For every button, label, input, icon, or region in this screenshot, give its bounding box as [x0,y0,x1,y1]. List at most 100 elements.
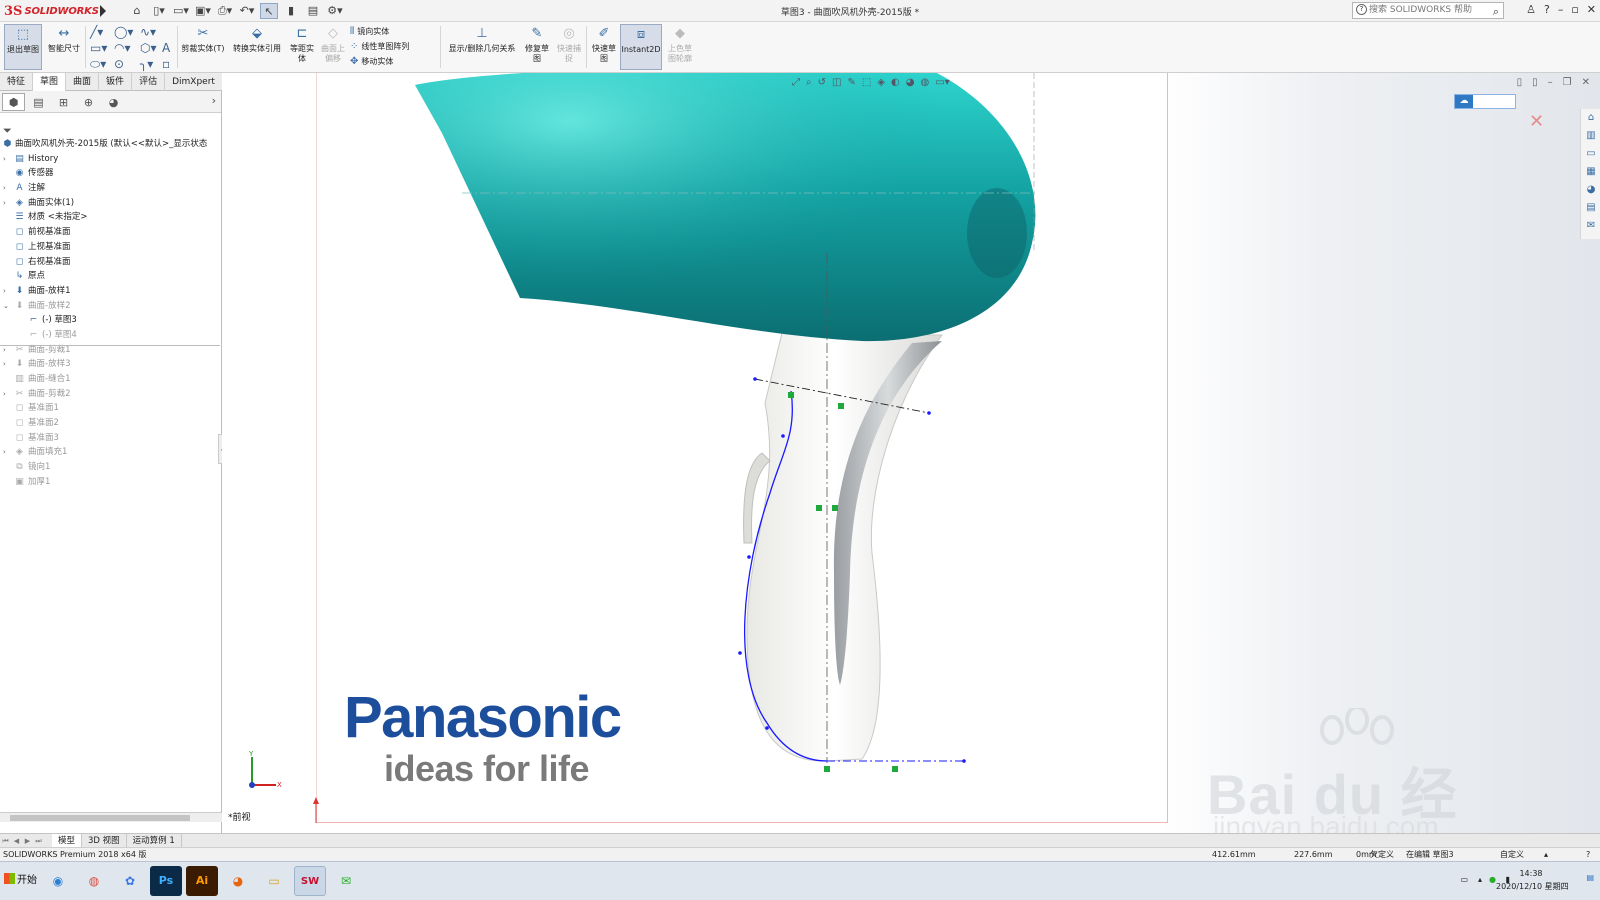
maximize-icon[interactable]: ▫ [1571,3,1578,16]
tree-item[interactable]: ◻ 前视基准面 [0,225,222,240]
open-folder-icon[interactable]: ▭▾ [172,3,190,19]
search-icon[interactable]: ⌕ [1493,4,1499,19]
taskbar-app-baidu-cloud-icon[interactable]: ✿ [114,866,146,896]
undo-icon[interactable]: ↶▾ [238,3,256,19]
minimize-icon[interactable]: – [1558,3,1564,16]
tree-item[interactable]: ⌐ (-) 草图4 [0,328,222,343]
scrollbar-thumb[interactable] [10,815,190,821]
tree-expand-icon[interactable]: › [3,387,6,402]
exit-sketch-button[interactable]: ⬚ 退出草图 [4,24,42,70]
move-entities-button[interactable]: ✥ 移动实体 [350,55,393,69]
arc-icon[interactable]: ◠▾ [114,41,131,55]
appearances-icon[interactable]: ◕ [1581,181,1600,199]
offset-entities-button[interactable]: ⊏ 等距实体 [288,24,316,70]
graphics-area[interactable]: ⤢ ⌕ ↺ ◫ ✎ ⬚ ◈ ◐ ◕ ◍ ▭▾ ▯ ▯ – ❐ ✕ ☁ ✕ ⌂ ▥… [222,73,1600,833]
dynamic-annotation-icon[interactable]: ✎ [847,77,855,88]
tab-3[interactable]: 钣件 [99,73,133,91]
clock-date[interactable]: 2020/12/10 星期四 [1496,881,1569,892]
tree-expand-icon[interactable]: › [3,357,6,372]
tree-item[interactable]: ↳ 原点 [0,269,222,284]
taskbar-app-photoshop-icon[interactable]: Ps [150,866,182,896]
chevron-right-icon[interactable]: › [212,94,216,107]
vertical-relation-icon[interactable] [832,505,838,511]
file-explorer-icon[interactable]: ▭ [1581,145,1600,163]
vertical-relation-icon[interactable] [816,505,822,511]
spline-point[interactable] [738,651,742,655]
tangent-relation-icon[interactable] [824,766,830,772]
save-icon[interactable]: ▣▾ [194,3,212,19]
tree-item[interactable]: ◻ 基准面3 [0,431,222,446]
units-dropdown-icon[interactable]: ▴ [1544,848,1548,861]
hide-show-icon[interactable]: ◐ [891,77,900,88]
zoom-area-icon[interactable]: ⌕ [806,77,812,88]
start-button[interactable]: 开始 [2,870,37,892]
print-icon[interactable]: ⎙▾ [216,3,234,19]
rapid-sketch-button[interactable]: ✐ 快速草图 [590,24,618,70]
last-tab-arrow-icon[interactable]: ⏭ [33,836,44,846]
repair-sketch-button[interactable]: ✎ 修复草图 [523,24,551,70]
tree-item[interactable]: › ⬇ 曲面-放样1 [0,284,222,299]
tree-item[interactable]: ◻ 基准面2 [0,416,222,431]
prev-tab-arrow-icon[interactable]: ◀ [11,836,22,846]
spline-point[interactable] [765,726,769,730]
plane-icon[interactable]: ▫ [162,57,170,71]
line-endpoint[interactable] [927,411,931,415]
fillet-icon[interactable]: ╮▾ [140,57,153,71]
feature-manager-tab-icon[interactable]: ⬢ [2,92,25,111]
linear-pattern-button[interactable]: ⁘ 线性草图阵列 [350,40,409,54]
options-gear-icon[interactable]: ⚙▾ [326,3,344,19]
taskbar-app-wechat-icon[interactable]: ✉ [330,866,362,896]
polygon-icon[interactable]: ⬡▾ [140,41,157,55]
shaded-contours-button[interactable]: ◆ 上色草图轮廓 [665,24,695,70]
solidworks-resources-icon[interactable]: ⌂ [1581,109,1600,127]
point-icon[interactable]: ⊙ [114,57,124,71]
mirror-entities-button[interactable]: ⫴ 镜向实体 [350,25,389,39]
instant2d-button[interactable]: ⧈ Instant2D [620,24,662,70]
dimxpert-manager-tab-icon[interactable]: ⊕ [77,93,100,111]
tree-item[interactable]: ☰ 材质 <未指定> [0,210,222,225]
smart-dimension-button[interactable]: ↔ 智能尺寸 [45,24,83,70]
viewport-minimize-icon[interactable]: – [1548,77,1553,88]
taskbar-app-firefox-icon[interactable]: ◕ [222,866,254,896]
rebuild-icon[interactable]: ▮ [282,3,300,19]
tree-item[interactable]: ▥ 曲面-缝合1 [0,372,222,387]
coincident-relation-icon[interactable] [838,403,844,409]
user-icon[interactable]: ♙ [1526,3,1536,16]
menu-expand-arrow-icon[interactable] [100,5,106,17]
units-selector[interactable]: 自定义 [1500,848,1524,861]
line-icon[interactable]: ╱▾ [90,25,103,39]
tree-item[interactable]: ◻ 右视基准面 [0,255,222,270]
split-left-icon[interactable]: ▯ [1517,77,1523,88]
select-arrow-icon[interactable]: ↖ [260,3,278,19]
split-right-icon[interactable]: ▯ [1532,77,1538,88]
next-tab-arrow-icon[interactable]: ▶ [22,836,33,846]
taskbar-app-browser-icon[interactable]: ◉ [42,866,74,896]
tab-4[interactable]: 评估 [132,73,166,91]
spline-point[interactable] [747,555,751,559]
show-desktop-icon[interactable]: ▤ [1586,873,1594,882]
close-icon[interactable]: ✕ [1587,3,1596,16]
horizontal-relation-icon[interactable] [892,766,898,772]
tree-item[interactable]: ⌄ ⬇ 曲面-放样2 [0,299,222,314]
tab-1[interactable]: 草图 [33,73,67,91]
tree-item[interactable]: ▣ 加厚1 [0,475,222,490]
tree-item[interactable]: ◉ 传感器 [0,166,222,181]
tree-item[interactable]: › ▤ History [0,152,222,167]
tab-0[interactable]: 特征 [0,73,34,91]
scene-icon[interactable]: ◍ [920,77,929,88]
tray-expand-icon[interactable]: ▴ [1478,875,1482,884]
tree-expand-icon[interactable]: ⌄ [3,299,9,314]
display-style-icon[interactable]: ◈ [877,77,885,88]
spline-icon[interactable]: ∿▾ [140,25,156,39]
tree-expand-icon[interactable]: › [3,445,6,460]
confirmation-corner-box[interactable]: ☁ [1454,94,1516,109]
display-relations-button[interactable]: ⊥ 显示/删除几何关系 [444,24,520,70]
property-manager-tab-icon[interactable]: ▤ [27,93,50,111]
slot-icon[interactable]: ⬭▾ [90,57,106,72]
home-icon[interactable]: ⌂ [128,3,146,19]
tab-2[interactable]: 曲面 [66,73,100,91]
tree-expand-icon[interactable]: › [3,181,6,196]
new-document-icon[interactable]: ▯▾ [150,3,168,19]
trim-entities-button[interactable]: ✂ 剪裁实体(T) [181,24,225,70]
tree-expand-icon[interactable]: › [3,284,6,299]
